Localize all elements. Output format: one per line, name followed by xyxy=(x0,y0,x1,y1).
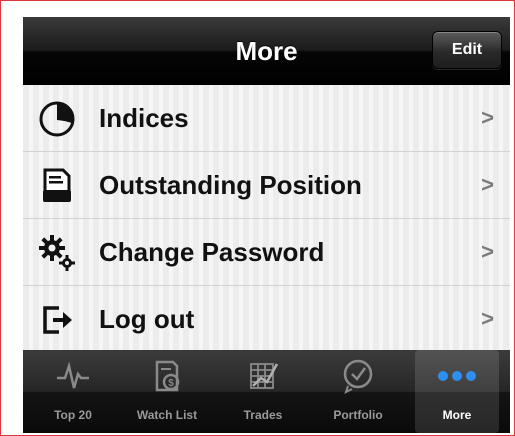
pulse-icon xyxy=(31,356,115,396)
logout-icon xyxy=(37,300,77,340)
tab-more[interactable]: More xyxy=(415,350,499,433)
tab-watch-list[interactable]: $ Watch List xyxy=(125,350,209,433)
chevron-right-icon: > xyxy=(481,172,494,197)
svg-text:$: $ xyxy=(168,378,174,389)
portfolio-icon xyxy=(316,356,400,396)
menu-item-label: Indices xyxy=(99,103,189,133)
menu-item-label: Outstanding Position xyxy=(99,170,362,200)
document-icon xyxy=(37,166,77,206)
tab-label: Top 20 xyxy=(54,408,92,422)
app-screen: More Edit Indices > Outstanding Position… xyxy=(23,17,510,433)
chevron-right-icon: > xyxy=(481,105,494,130)
trades-icon xyxy=(221,356,305,396)
menu-item-log-out[interactable]: Log out > xyxy=(23,286,510,353)
chevron-right-icon: > xyxy=(481,239,494,264)
tab-label: Trades xyxy=(243,408,283,422)
edit-button[interactable]: Edit xyxy=(432,31,502,69)
menu-item-change-password[interactable]: Change Password > xyxy=(23,219,510,286)
tab-label: More xyxy=(442,408,472,422)
tab-bar: Top 20 $ Watch List Trades Portfolio Mor… xyxy=(23,350,510,433)
chevron-right-icon: > xyxy=(481,306,494,331)
tab-label: Portfolio xyxy=(333,408,383,422)
gears-icon xyxy=(37,233,77,273)
tab-label: Watch List xyxy=(136,408,198,422)
menu-item-outstanding-position[interactable]: Outstanding Position > xyxy=(23,152,510,219)
tab-portfolio[interactable]: Portfolio xyxy=(316,350,400,433)
tab-trades[interactable]: Trades xyxy=(221,350,305,433)
pie-chart-icon xyxy=(37,99,77,139)
menu-item-label: Log out xyxy=(99,304,195,334)
watchlist-icon: $ xyxy=(125,356,209,396)
menu-item-indices[interactable]: Indices > xyxy=(23,85,510,152)
menu-item-label: Change Password xyxy=(99,237,325,267)
more-dots-icon xyxy=(415,356,499,396)
more-menu-list: Indices > Outstanding Position > Change … xyxy=(23,85,510,353)
tab-top-20[interactable]: Top 20 xyxy=(31,350,115,433)
navigation-bar: More Edit xyxy=(23,17,510,85)
